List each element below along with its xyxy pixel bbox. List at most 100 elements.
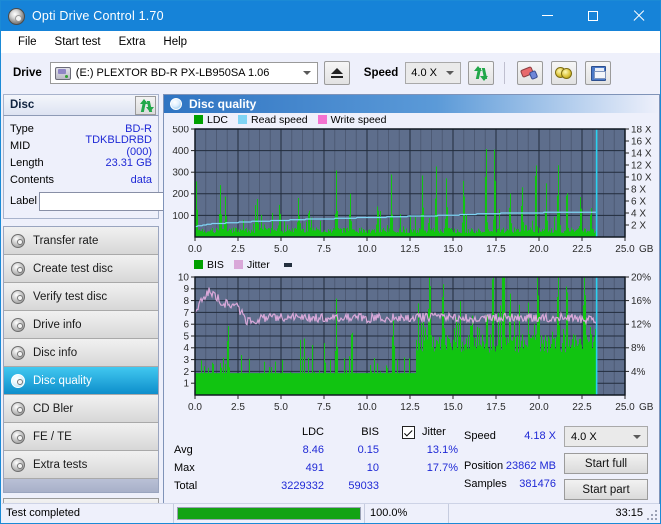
sidebar-item-label: Create test disc [33,262,113,275]
erase-button[interactable] [517,61,544,85]
svg-text:6 X: 6 X [631,196,646,207]
svg-text:16 X: 16 X [631,136,652,147]
svg-text:2.5: 2.5 [231,244,245,255]
sidebar-item-disc-info[interactable]: Disc info [4,339,158,367]
sidebar-item-disc-quality[interactable]: Disc quality [4,367,158,395]
save-button[interactable] [585,61,612,85]
sidebar-item-label: Extra tests [33,458,88,471]
drive-select[interactable]: (E:) PLEXTOR BD-R PX-LB950SA 1.06 [49,62,318,84]
svg-text:10.0: 10.0 [357,244,377,255]
sidebar-item-create-test-disc[interactable]: Create test disc [4,255,158,283]
disc-quality-panel: Disc quality LDC Read speed Write speed … [163,94,660,504]
svg-text:18 X: 18 X [631,126,652,135]
menu-item-start-test[interactable]: Start test [46,34,110,50]
disc-refresh-button[interactable] [135,96,156,115]
sidebar-item-verify-test-disc[interactable]: Verify test disc [4,283,158,311]
legend-label-jitter: Jitter [246,258,270,271]
svg-text:17.5: 17.5 [486,402,506,413]
sidebar-item-label: Verify test disc [33,290,108,303]
stats-max-ldc: 491 [305,462,324,474]
legend-label-write-speed: Write speed [330,113,387,126]
chart2-legend: BIS Jitter [164,258,659,271]
svg-text:2.5: 2.5 [231,402,245,413]
svg-text:14 X: 14 X [631,148,652,159]
stats-avg-ldc: 8.46 [302,444,324,456]
sidebar-item-transfer-rate[interactable]: Transfer rate [4,227,158,255]
menu-item-help[interactable]: Help [154,34,196,50]
svg-text:500: 500 [172,126,189,135]
refresh-button[interactable] [468,61,495,85]
disc-tools-button[interactable] [551,61,578,85]
drive-icon [54,66,71,80]
svg-text:4%: 4% [631,367,646,378]
sidebar-item-label: Disc quality [33,374,92,387]
svg-text:20%: 20% [631,272,651,283]
resize-grip-icon[interactable] [647,510,657,520]
menu-item-file[interactable]: File [9,34,46,50]
svg-text:7: 7 [183,308,189,319]
sidebar-item-fe-te[interactable]: FE / TE [4,423,158,451]
svg-text:7.5: 7.5 [317,244,331,255]
svg-text:25.0: 25.0 [615,402,635,413]
disc-icon [11,345,25,360]
minimize-icon [542,15,553,16]
disc-icon [170,98,182,110]
app-window: Opti Drive Control 1.70 File Start test … [0,0,661,524]
disc-icon [11,233,25,248]
legend-label-ldc: LDC [207,113,229,126]
legend-label-bis: BIS [207,258,224,271]
disc-row-value: data [130,173,152,186]
disc-icon [11,289,25,304]
start-part-button[interactable]: Start part [564,479,648,500]
svg-text:22.5: 22.5 [572,402,592,413]
stats-speed-label: Speed [464,430,496,442]
start-full-button[interactable]: Start full [564,453,648,474]
progress-bar [177,506,361,520]
menu-bar: File Start test Extra Help [1,31,660,53]
chart-ldc-speed[interactable]: 100 200 300 400 500 2 X4 X6 X8 X 10 X 12 X 14 X1… [164,126,659,257]
disc-row-label: Contents [10,173,55,186]
svg-text:16%: 16% [631,296,651,307]
eject-button[interactable] [323,61,350,85]
speed-select[interactable]: 4.0 X [405,62,462,84]
svg-text:6: 6 [183,320,189,331]
stats-row-label-avg: Avg [174,444,193,456]
chart1-legend: LDC Read speed Write speed [164,113,659,126]
disc-row-mid: MID TDKBLDRBD (000) [10,134,152,158]
toolbar: Drive (E:) PLEXTOR BD-R PX-LB950SA 1.06 … [1,53,660,93]
stats-total-bis: 59033 [348,480,379,492]
svg-text:5.0: 5.0 [274,402,288,413]
disc-icon [11,457,25,472]
disc-row-label: Length [10,156,44,169]
svg-text:1: 1 [183,379,189,390]
svg-text:100: 100 [172,211,189,222]
stats-row-label-max: Max [174,462,195,474]
jitter-checkbox[interactable] [402,426,415,439]
stats-max-jitter: 17.7% [426,462,458,474]
disc-row-value: TDKBLDRBD (000) [85,133,152,158]
sidebar-item-label: FE / TE [33,430,72,443]
disc-row-contents: Contents data [10,171,152,188]
close-button[interactable] [615,1,660,30]
legend-swatch-write-speed [317,115,327,124]
sidebar-item-drive-info[interactable]: Drive info [4,311,158,339]
disc-icon [11,317,25,332]
disc-icon [11,429,25,444]
legend-swatch-ldc [194,115,203,124]
maximize-button[interactable] [570,1,615,30]
menu-item-extra[interactable]: Extra [110,34,155,50]
disc-icon [11,373,25,388]
chart-bis-jitter[interactable]: 1 2 3 4 5 6 7 8 9 10 4% 8% 12% 16% 20% 0.0 2.5 5.0 7.5 10.0… [164,271,659,419]
sidebar-filler [4,479,158,492]
progress-cell [174,504,364,523]
svg-text:25.0: 25.0 [615,244,635,255]
legend-swatch-jitter [233,260,243,269]
sidebar-item-cd-bler[interactable]: CD Bler [4,395,158,423]
svg-text:3: 3 [183,355,189,366]
test-speed-select[interactable]: 4.0 X [564,426,648,447]
minimize-button[interactable] [525,1,570,30]
sidebar-item-extra-tests[interactable]: Extra tests [4,451,158,479]
stats-col-header-bis: BIS [361,426,379,438]
page-title: Disc quality [189,97,257,111]
stats-col-header-ldc: LDC [301,426,324,438]
